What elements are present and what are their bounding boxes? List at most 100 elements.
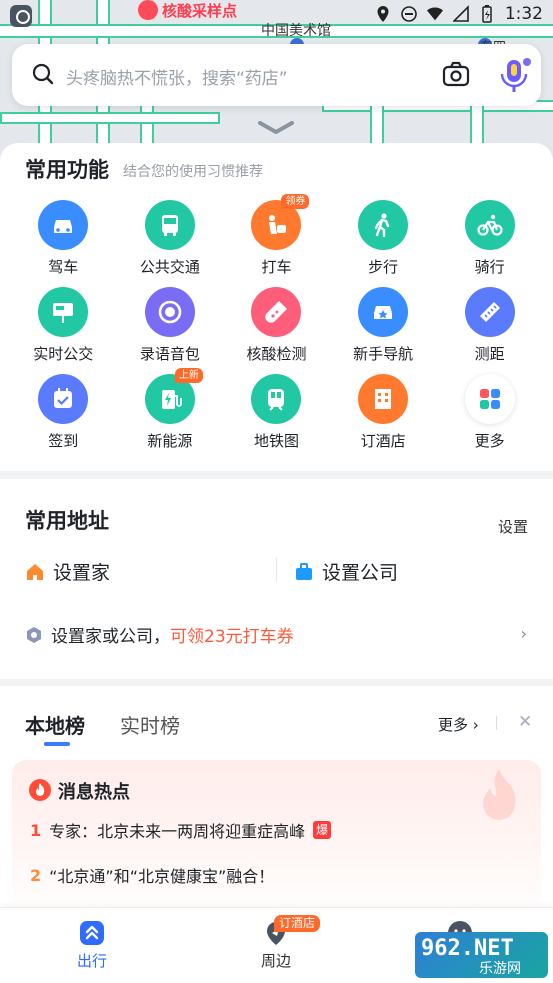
voice-assistant-icon[interactable]: [496, 56, 532, 94]
rank-number: 2: [30, 865, 42, 885]
search-icon: [32, 63, 54, 85]
hexagon-icon: [27, 626, 41, 643]
hot-news-item[interactable]: 1 专家：北京未来一两周将迎重症高峰 爆: [30, 818, 332, 842]
coupon-badge: 领券: [281, 194, 310, 209]
tab-label: 周边: [260, 952, 291, 970]
function-realtime-bus[interactable]: 实时公交: [10, 287, 117, 364]
site-watermark: 962.NET 乐游网: [415, 932, 548, 978]
function-label: 实时公交: [33, 345, 94, 363]
car-icon: [38, 200, 89, 250]
fire-icon: [29, 779, 51, 801]
wifi-icon: [426, 7, 443, 21]
signal-icon: [452, 5, 469, 22]
common-functions-subtitle: 结合您的使用习惯推荐: [123, 164, 263, 180]
app-notification-icon: [10, 5, 32, 27]
travel-icon: [80, 921, 104, 945]
function-public-transit[interactable]: 公共交通: [117, 200, 224, 277]
function-label: 步行: [368, 258, 399, 276]
bus-icon: [144, 200, 195, 250]
collapse-handle-icon[interactable]: [256, 118, 296, 136]
function-subway-map[interactable]: 地铁图: [223, 374, 330, 451]
function-walk[interactable]: 步行: [330, 200, 437, 277]
record-icon: [144, 287, 195, 337]
watermark-sub: 乐游网: [479, 961, 521, 977]
taxi-icon: 领券: [251, 194, 310, 250]
hotel-badge: 订酒店: [274, 915, 321, 932]
function-label: 公共交通: [139, 258, 200, 276]
bus-stop-icon: [38, 287, 89, 337]
close-icon[interactable]: ✕: [518, 712, 532, 732]
function-measure-distance[interactable]: 测距: [436, 287, 543, 364]
hot-tag: 爆: [313, 821, 332, 839]
camera-icon[interactable]: [442, 61, 470, 87]
home-icon: [27, 563, 43, 580]
function-label: 打车: [261, 258, 292, 276]
function-novice-navigation[interactable]: 新手导航: [330, 287, 437, 364]
hot-news-item[interactable]: 2 “北京通”和“北京健康宝”融合！: [30, 863, 274, 887]
function-label: 骑行: [474, 258, 505, 276]
function-check-in[interactable]: 签到: [10, 374, 117, 451]
common-addresses-title: 常用地址: [25, 509, 109, 533]
function-more[interactable]: 更多: [436, 374, 543, 451]
test-tube-icon: [251, 287, 302, 337]
search-bar[interactable]: 头疼脑热不慌张，搜索“药店”: [12, 44, 541, 106]
battery-icon: [482, 5, 492, 23]
status-bar: 1:32: [0, 0, 553, 32]
function-label: 录语音包: [139, 345, 200, 363]
function-label: 新能源: [147, 432, 193, 450]
function-label: 新手导航: [353, 345, 414, 363]
chevron-right-icon: ›: [468, 716, 479, 734]
function-label: 地铁图: [253, 432, 299, 450]
search-input[interactable]: 头疼脑热不慌张，搜索“药店”: [66, 64, 288, 89]
active-tab-indicator: [44, 742, 70, 746]
hot-news-panel: 消息热点 1 专家：北京未来一两周将迎重症高峰 爆 2 “北京通”和“北京健康宝…: [12, 760, 541, 920]
address-promo-row[interactable]: 设置家或公司，可领23元打车券: [25, 622, 294, 647]
addresses-settings-link[interactable]: 设置: [498, 516, 528, 537]
charging-icon: 上新: [144, 368, 203, 424]
set-work-button[interactable]: 设置公司: [294, 558, 398, 585]
more-link[interactable]: 更多 ›: [438, 714, 479, 735]
set-work-label: 设置公司: [322, 562, 399, 584]
function-taxi[interactable]: 领券 打车: [223, 194, 330, 277]
function-drive[interactable]: 驾车: [10, 200, 117, 277]
fire-watermark-icon: [483, 769, 516, 820]
subway-icon: [251, 374, 302, 424]
common-functions-title: 常用功能: [25, 158, 109, 182]
location-icon: [377, 6, 389, 22]
function-bike[interactable]: 骑行: [436, 200, 543, 277]
function-label: 驾车: [48, 258, 79, 276]
news-headline: “北京通”和“北京健康宝”融合！: [49, 867, 275, 886]
function-covid-test[interactable]: 核酸检测: [223, 287, 330, 364]
function-label: 核酸检测: [246, 345, 307, 363]
rank-number: 1: [30, 820, 42, 840]
set-home-button[interactable]: 设置家: [25, 558, 110, 585]
function-label: 订酒店: [360, 432, 406, 450]
walk-icon: [358, 200, 409, 250]
tab-label: 出行: [76, 952, 107, 970]
promo-highlight: 可领23元打车券: [170, 627, 294, 647]
news-headline: 专家：北京未来一两周将迎重症高峰: [49, 822, 306, 841]
chevron-right-icon: ›: [520, 624, 527, 643]
function-book-hotel[interactable]: 订酒店: [330, 374, 437, 451]
function-grid: 驾车 公共交通 领券 打车 步行 骑行 实时公交 录语音包 核酸检测 新手导航 …: [10, 194, 543, 451]
function-label: 签到: [48, 432, 79, 450]
dnd-icon: [401, 6, 417, 22]
tab-realtime-ranking[interactable]: 实时榜: [120, 710, 180, 739]
new-badge: 上新: [174, 368, 203, 383]
function-record-voice[interactable]: 录语音包: [117, 287, 224, 364]
hot-news-title: 消息热点: [58, 782, 130, 803]
tab-local-ranking[interactable]: 本地榜: [25, 710, 85, 739]
tab-travel[interactable]: 出行: [52, 920, 132, 971]
divider: [496, 716, 497, 730]
promo-text: 设置家或公司，: [51, 627, 170, 647]
set-home-label: 设置家: [53, 562, 111, 584]
briefcase-icon: [296, 562, 312, 580]
grid-more-icon: [464, 374, 515, 424]
function-new-energy[interactable]: 上新 新能源: [117, 368, 224, 451]
address-divider: [276, 558, 277, 582]
function-label: 测距: [474, 345, 505, 363]
hotel-icon: [358, 374, 409, 424]
more-label: 更多: [438, 716, 469, 734]
status-time: 1:32: [504, 4, 543, 24]
ruler-icon: [464, 287, 515, 337]
